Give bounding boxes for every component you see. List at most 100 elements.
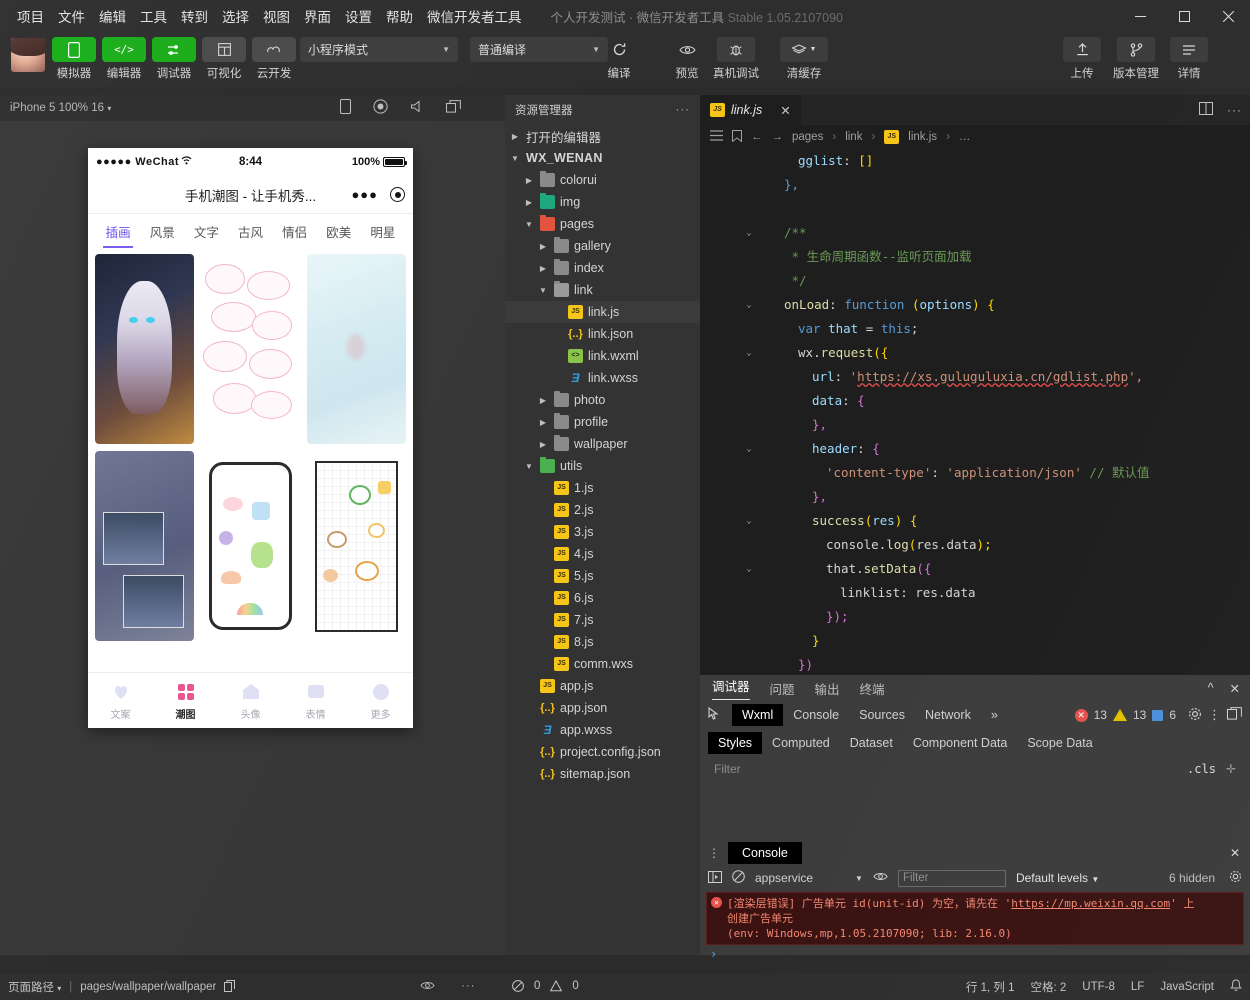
simulator-toggle-button[interactable]: 模拟器 — [52, 37, 96, 81]
devtools-tab-network[interactable]: Network — [915, 704, 981, 726]
status-problems[interactable]: 0 0 — [512, 979, 579, 995]
capsule-close-icon[interactable] — [390, 187, 405, 202]
breadcrumb-ellipsis[interactable]: … — [959, 131, 971, 143]
tree-file[interactable]: JS 2.js — [505, 499, 700, 521]
console-levels-select[interactable]: Default levels ▼ — [1016, 871, 1099, 885]
user-avatar[interactable] — [11, 38, 45, 72]
tree-file[interactable]: JS 7.js — [505, 609, 700, 631]
gear-icon[interactable] — [1229, 870, 1242, 886]
compile-button[interactable]: 编译 — [600, 37, 638, 81]
styles-tab-styles[interactable]: Styles — [708, 732, 763, 754]
menu-item-interface[interactable]: 界面 — [297, 2, 338, 30]
version-control-button[interactable]: 版本管理 — [1113, 37, 1159, 81]
menu-item-select[interactable]: 选择 — [215, 2, 256, 30]
compile-type-select[interactable]: 普通编译 ▼ — [470, 37, 608, 62]
phone-tabbar-item-copy[interactable]: 文案 — [88, 681, 153, 721]
wechat-capsule[interactable]: ●●● — [351, 187, 405, 202]
tree-file[interactable]: JS 8.js — [505, 631, 700, 653]
tree-file[interactable]: {..} project.config.json — [505, 741, 700, 763]
eye-icon[interactable] — [420, 980, 435, 994]
cloud-toggle-button[interactable]: 云开发 — [252, 37, 296, 81]
close-button[interactable] — [1206, 0, 1250, 32]
tree-file[interactable]: {..} link.json — [505, 323, 700, 345]
tree-folder[interactable]: ▶ wallpaper — [505, 433, 700, 455]
wallpaper-thumb[interactable] — [307, 451, 406, 641]
wallpaper-thumb[interactable] — [201, 451, 300, 641]
menu-item-help[interactable]: 帮助 — [379, 2, 420, 30]
volume-icon[interactable] — [410, 100, 424, 116]
code-content[interactable]: gglist: []}, ⌄/** * 生命周期函数--监听页面加载 */⌄ onL… — [700, 149, 1250, 675]
tree-file[interactable]: JS 4.js — [505, 543, 700, 565]
wallpaper-thumb[interactable] — [95, 254, 194, 444]
tree-file[interactable]: JS 5.js — [505, 565, 700, 587]
tree-file[interactable]: {..} sitemap.json — [505, 763, 700, 785]
devtools-tab-wxml[interactable]: Wxml — [732, 704, 784, 726]
minimize-button[interactable] — [1118, 0, 1162, 32]
devtools-tab-overflow[interactable]: » — [981, 704, 1008, 726]
cls-button[interactable]: .cls — [1187, 762, 1216, 776]
bell-icon[interactable] — [1230, 979, 1242, 995]
menu-item-devtools[interactable]: 微信开发者工具 — [420, 2, 529, 30]
gear-icon[interactable] — [1188, 707, 1202, 724]
inspect-element-icon[interactable] — [708, 706, 722, 724]
close-icon[interactable]: ✕ — [780, 103, 790, 118]
console-tab[interactable]: Console — [728, 842, 802, 864]
close-icon[interactable]: ✕ — [1230, 681, 1240, 696]
maximize-button[interactable] — [1162, 0, 1206, 32]
phone-tab-star[interactable]: 明星 — [361, 222, 405, 241]
phone-tab-text[interactable]: 文字 — [184, 222, 228, 241]
phone-tabbar-item-wallpaper[interactable]: 潮图 — [153, 681, 218, 721]
styles-tab-dataset[interactable]: Dataset — [840, 732, 903, 754]
fold-toggle-icon[interactable]: ⌄ — [740, 437, 758, 461]
tree-file[interactable]: JS 6.js — [505, 587, 700, 609]
line-ending[interactable]: LF — [1131, 981, 1144, 993]
console-context-select[interactable]: appservice ▼ — [755, 871, 863, 885]
tree-project-root[interactable]: ▼ WX_WENAN — [505, 147, 700, 169]
phone-tabbar-item-avatar[interactable]: 头像 — [218, 681, 283, 721]
fold-toggle-icon[interactable]: ⌄ — [740, 221, 758, 245]
phone-tab-western[interactable]: 欧美 — [317, 222, 361, 241]
panel-tab-debugger[interactable]: 调试器 — [712, 676, 750, 700]
breadcrumb-pages[interactable]: pages — [792, 131, 823, 143]
window-icon[interactable] — [446, 100, 461, 116]
device-icon[interactable] — [340, 99, 351, 117]
menu-item-view[interactable]: 视图 — [256, 2, 297, 30]
forward-icon[interactable]: → — [772, 131, 784, 143]
more-icon[interactable]: ··· — [1227, 103, 1242, 117]
styles-tab-scope-data[interactable]: Scope Data — [1017, 732, 1102, 754]
tree-folder[interactable]: ▶ colorui — [505, 169, 700, 191]
clear-console-icon[interactable] — [732, 870, 745, 886]
devtools-tab-console[interactable]: Console — [783, 704, 849, 726]
wallpaper-thumb[interactable] — [307, 254, 406, 444]
phone-tab-ancient[interactable]: 古风 — [228, 222, 272, 241]
phone-preview[interactable]: ●●●●● WeChat 8:44 100% 手机潮图 - 让手机秀... ●●… — [88, 148, 413, 728]
outline-icon[interactable] — [710, 130, 723, 144]
console-prompt[interactable]: › — [700, 945, 1250, 963]
styles-filter-input[interactable]: Filter — [714, 762, 741, 776]
tree-open-editors[interactable]: ▶ 打开的编辑器 — [505, 125, 700, 147]
tree-file[interactable]: Ǝlink.wxss — [505, 367, 700, 389]
encoding[interactable]: UTF-8 — [1082, 981, 1115, 993]
phone-tabbar-item-more[interactable]: 更多 — [348, 681, 413, 721]
tree-folder[interactable]: ▼ pages — [505, 213, 700, 235]
sidebar-icon[interactable] — [708, 870, 722, 886]
bookmark-icon[interactable] — [732, 129, 742, 145]
details-button[interactable]: 详情 — [1170, 37, 1208, 81]
preview-button[interactable]: 预览 — [668, 37, 706, 81]
visualize-toggle-button[interactable]: 可视化 — [202, 37, 246, 81]
tree-folder[interactable]: ▼ link — [505, 279, 700, 301]
split-editor-icon[interactable] — [1199, 102, 1213, 118]
real-device-debug-button[interactable]: 真机调试 — [713, 37, 759, 81]
wallpaper-thumb[interactable] — [95, 451, 194, 641]
console-filter-input[interactable]: Filter — [897, 869, 1006, 887]
capsule-menu-icon[interactable]: ●●● — [351, 187, 378, 202]
back-icon[interactable]: ← — [751, 131, 763, 143]
styles-tab-component-data[interactable]: Component Data — [903, 732, 1018, 754]
upload-button[interactable]: 上传 — [1063, 37, 1101, 81]
device-selector[interactable]: iPhone 5 100% 16 ▾ — [0, 102, 111, 114]
record-icon[interactable] — [373, 99, 388, 117]
phone-tab-couple[interactable]: 情侣 — [273, 222, 317, 241]
close-icon[interactable]: ✕ — [1230, 846, 1240, 860]
explorer-more-icon[interactable]: ··· — [676, 104, 691, 116]
chevron-up-icon[interactable]: ^ — [1208, 681, 1214, 696]
